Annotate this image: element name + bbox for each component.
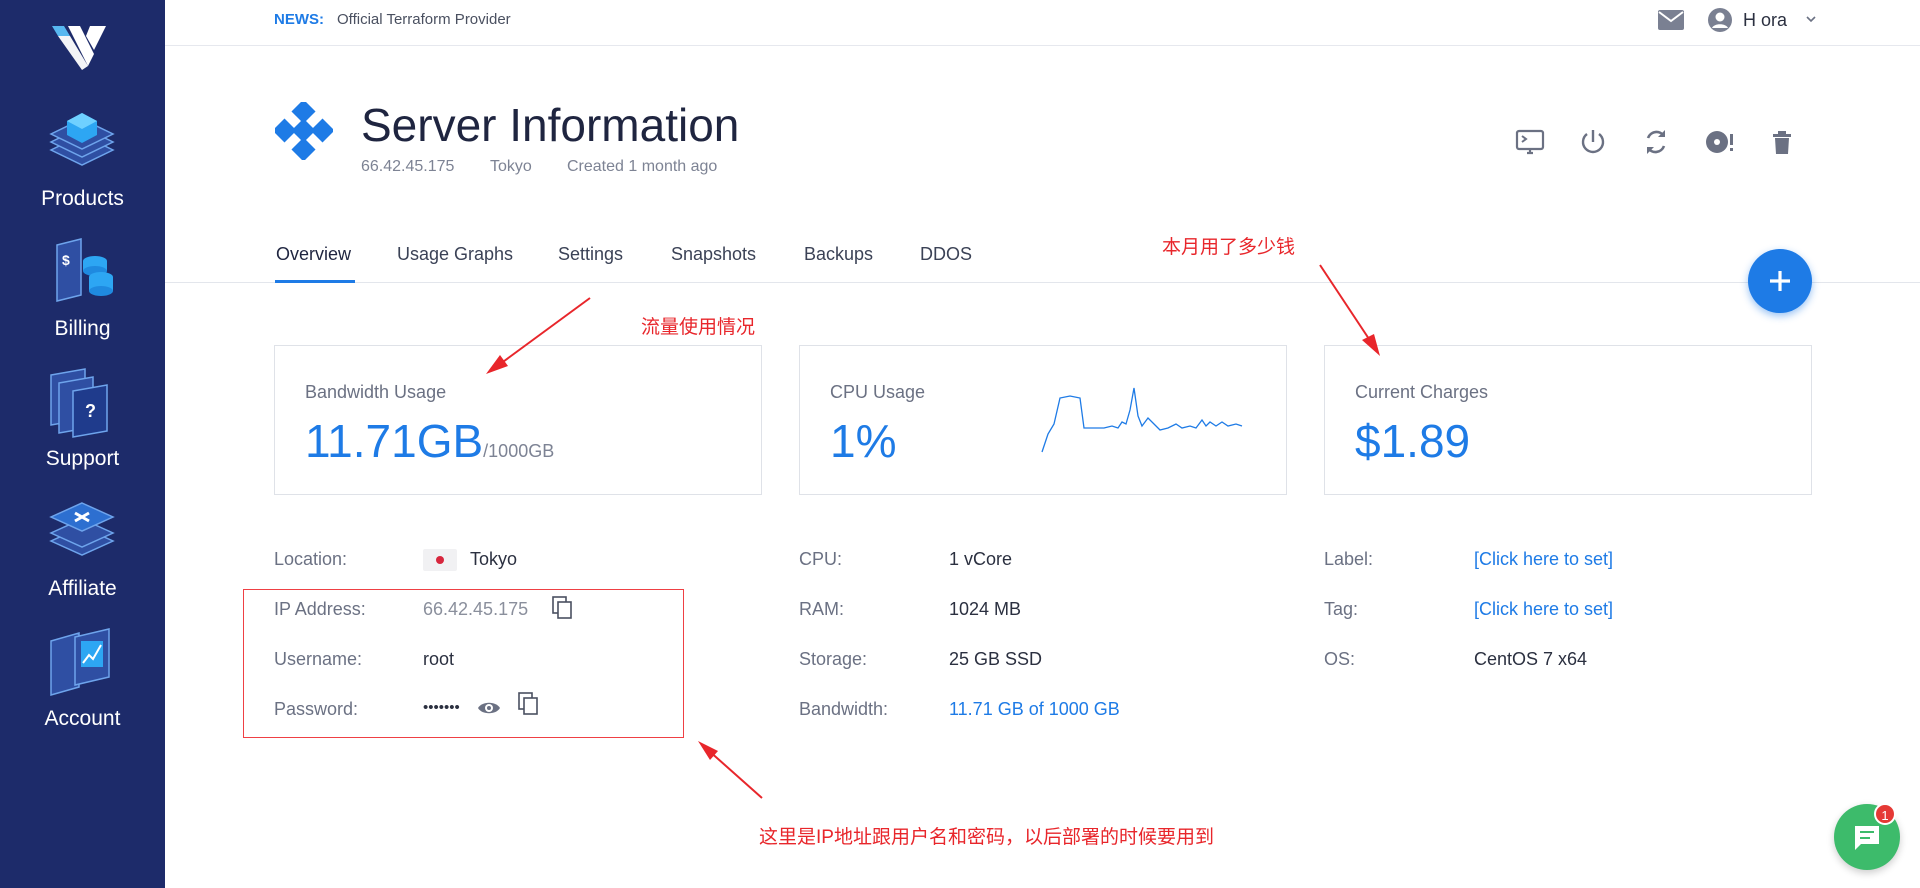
power-icon[interactable] [1577,126,1609,158]
bandwidth-used: 11.71GB [305,415,484,467]
top-bar: NEWS: Official Terraform Provider H ora [165,0,1920,46]
bandwidth-card: Bandwidth Usage 11.71GB/1000GB [274,345,762,495]
os-label: OS: [1324,649,1356,669]
ram-value: 1024 MB [949,599,1022,619]
trash-icon[interactable] [1766,126,1798,158]
svg-text:?: ? [85,401,96,421]
arrow-to-credentials [698,741,763,799]
add-button[interactable] [1748,249,1812,313]
charges-annotation: 本月用了多少钱 [1162,237,1296,258]
tab-snapshots[interactable]: Snapshots [671,244,756,265]
location-value: Tokyo [470,549,518,569]
server-created: Created 1 month ago [567,158,718,175]
card-title: Current Charges [1355,382,1489,402]
account-icon [50,628,110,696]
cpu-sparkline [1041,387,1243,453]
tab-usage-graphs[interactable]: Usage Graphs [397,244,513,265]
bandwidth-link[interactable]: 11.71 GB of 1000 GB [949,699,1120,720]
server-icon [275,102,333,160]
active-tab-indicator [275,280,355,283]
bandwidth-value: 11.71GB/1000GB [305,414,554,468]
label-label: Label: [1324,549,1374,569]
sidebar-item-label: Account [44,707,121,730]
page-title: Server Information [361,99,740,151]
card-title: CPU Usage [830,382,926,402]
card-title: Bandwidth Usage [305,382,447,402]
sidebar-item-affiliate[interactable]: Affiliate [0,495,165,615]
cpu-spec-value: 1 vCore [949,549,1013,569]
support-icon: ? [50,368,108,438]
sidebar: Products $ Billing ? Support Affiliate A… [0,0,165,888]
cpu-value: 1% [830,415,897,467]
billing-icon: $ [56,238,113,302]
tab-backups[interactable]: Backups [804,244,873,265]
tabs-divider [165,282,1920,283]
server-ip: 66.42.45.175 [361,158,455,175]
svg-text:$: $ [62,252,70,268]
tag-label: Tag: [1324,599,1359,619]
cpu-label: CPU: [799,549,843,569]
iso-icon[interactable] [1703,126,1735,158]
credentials-highlight-box [243,589,684,738]
sidebar-item-support[interactable]: ? Support [0,365,165,485]
sidebar-item-label: Affiliate [48,577,117,600]
chevron-down-icon[interactable] [1805,13,1817,25]
news-label: NEWS: [274,11,324,28]
os-value: CentOS 7 x64 [1474,649,1588,669]
storage-label: Storage: [799,649,868,669]
sidebar-item-products[interactable]: Products [0,105,165,225]
tab-ddos[interactable]: DDOS [920,244,972,265]
tab-settings[interactable]: Settings [558,244,623,265]
bandwidth-limit: /1000GB [483,441,555,461]
products-icon [49,113,115,166]
sidebar-item-billing[interactable]: $ Billing [0,235,165,355]
storage-value: 25 GB SSD [949,649,1043,669]
tab-overview[interactable]: Overview [276,244,351,265]
bandwidth-annotation: 流量使用情况 [641,317,756,338]
set-tag-link[interactable]: [Click here to set] [1474,599,1613,620]
charges-value: $1.89 [1355,415,1471,467]
sidebar-item-account[interactable]: Account [0,625,165,745]
affiliate-icon [49,502,115,556]
location-label: Location: [274,549,348,569]
plus-icon [1770,271,1790,291]
ram-label: RAM: [799,599,844,619]
credentials-annotation: 这里是IP地址跟用户名和密码，以后部署的时候要用到 [759,827,1214,848]
vultr-logo[interactable] [50,20,108,72]
sidebar-item-label: Products [41,187,124,210]
restart-icon[interactable] [1640,126,1672,158]
mail-icon[interactable] [1657,9,1685,31]
bandwidth-label: Bandwidth: [799,699,889,719]
user-menu[interactable]: H ora [1743,10,1787,31]
japan-flag-icon [423,549,457,571]
sidebar-item-label: Billing [54,317,111,340]
set-label-link[interactable]: [Click here to set] [1474,549,1613,570]
sidebar-item-label: Support [45,447,120,470]
charges-card: Current Charges $1.89 [1324,345,1812,495]
console-icon[interactable] [1514,126,1546,158]
server-location: Tokyo [490,158,532,175]
news-link[interactable]: Official Terraform Provider [337,11,511,28]
chat-notification-badge: 1 [1874,803,1896,825]
cpu-card: CPU Usage 1% [799,345,1287,495]
arrow-to-charges [1319,264,1380,356]
user-avatar-icon[interactable] [1707,7,1733,33]
